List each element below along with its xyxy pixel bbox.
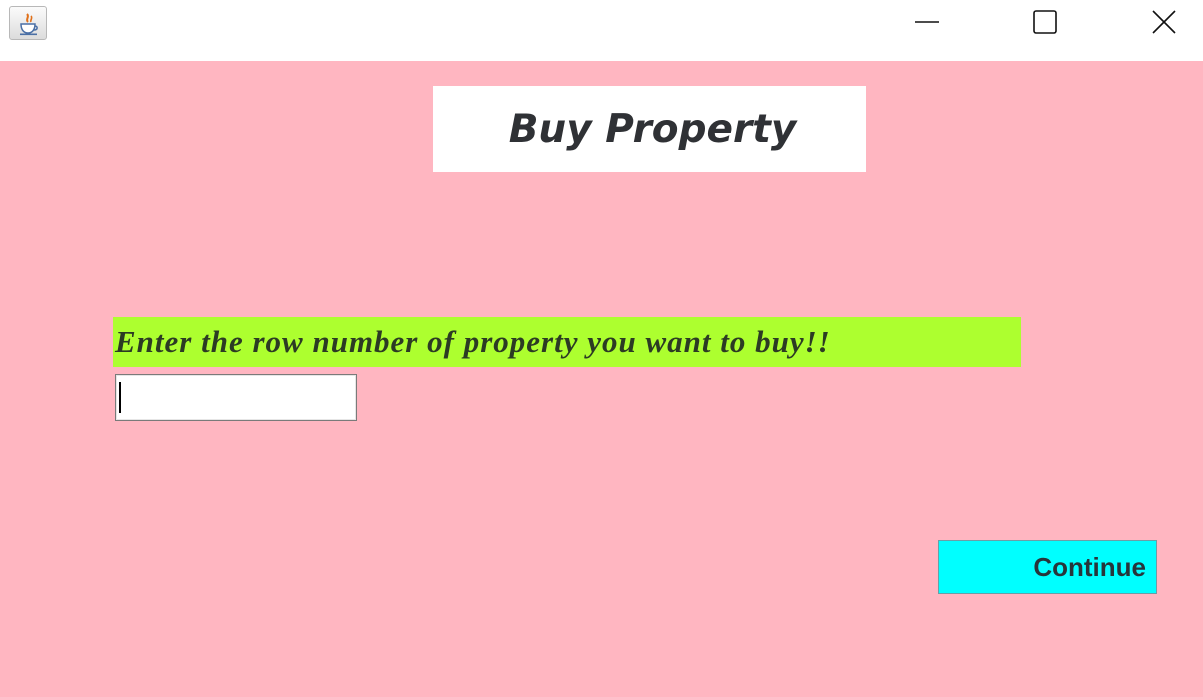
text-caret bbox=[119, 382, 121, 413]
title-bar bbox=[0, 0, 1203, 61]
maximize-icon bbox=[1032, 9, 1058, 39]
page-title: Buy Property bbox=[508, 106, 797, 152]
close-icon bbox=[1151, 9, 1177, 39]
close-button[interactable] bbox=[1134, 0, 1194, 48]
java-icon[interactable] bbox=[9, 6, 47, 40]
prompt-label: Enter the row number of property you wan… bbox=[115, 324, 831, 359]
title-box: Buy Property bbox=[433, 86, 866, 172]
minimize-button[interactable] bbox=[897, 0, 957, 48]
maximize-button[interactable] bbox=[1015, 0, 1075, 48]
prompt-highlight: Enter the row number of property you wan… bbox=[113, 317, 1021, 367]
continue-button[interactable]: Continue bbox=[938, 540, 1157, 594]
row-number-input[interactable] bbox=[115, 374, 357, 421]
minimize-icon bbox=[914, 12, 940, 36]
